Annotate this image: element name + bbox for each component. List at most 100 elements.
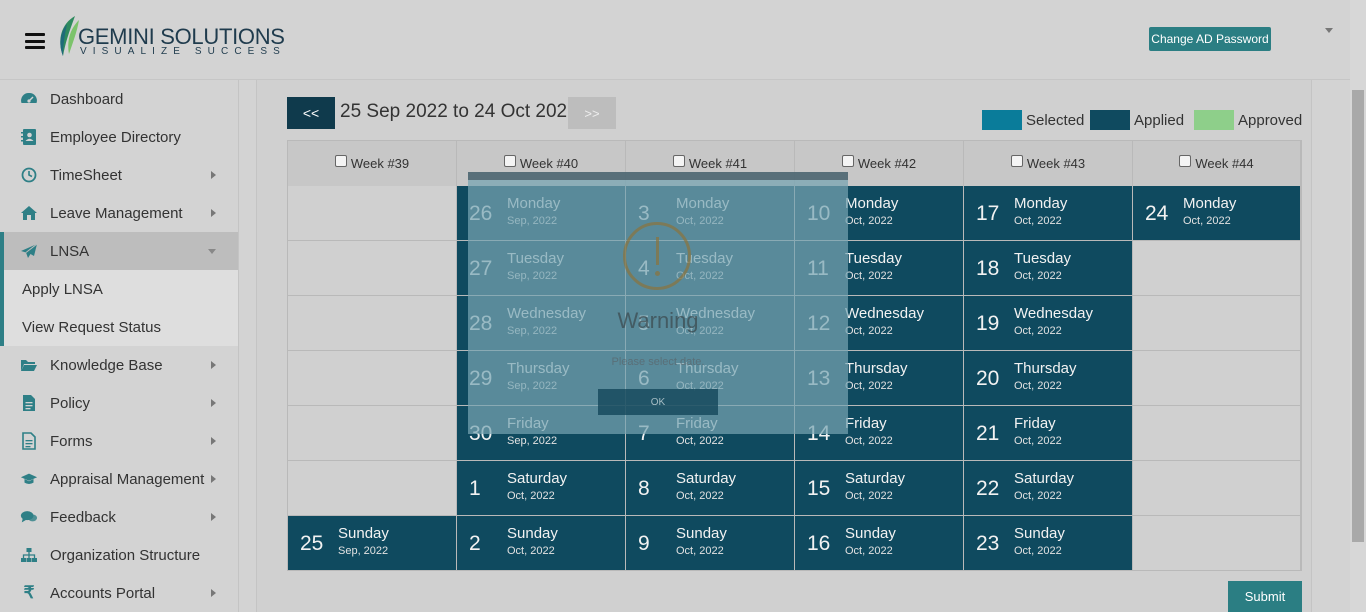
sidebar-item-appraisal-management[interactable]: Appraisal Management <box>0 460 238 498</box>
sidebar-item-leave-management[interactable]: Leave Management <box>0 194 238 232</box>
day-name: Saturday <box>1014 470 1075 487</box>
calendar-day-cell[interactable]: 18 Tuesday Oct, 2022 <box>964 241 1133 296</box>
week-checkbox[interactable] <box>672 155 685 167</box>
day-month: Oct, 2022 <box>676 435 724 447</box>
calendar-empty-cell <box>288 241 457 296</box>
day-number: 17 <box>976 202 1000 225</box>
sidebar-item-knowledge-base[interactable]: Knowledge Base <box>0 346 238 384</box>
day-month: Oct, 2022 <box>845 215 893 227</box>
calendar-empty-cell <box>288 351 457 406</box>
calendar-empty-cell <box>1133 351 1301 406</box>
calendar-day-cell[interactable]: 8 Saturday Oct, 2022 <box>626 461 795 516</box>
week-checkbox[interactable] <box>1010 155 1023 167</box>
calendar-empty-cell <box>288 406 457 461</box>
day-name: Sunday <box>1014 525 1065 542</box>
calendar-day-cell[interactable]: 15 Saturday Oct, 2022 <box>795 461 964 516</box>
expand-arrow-icon <box>211 171 216 179</box>
day-name: Wednesday <box>1014 305 1093 322</box>
calendar-day-cell[interactable]: 1 Saturday Oct, 2022 <box>457 461 626 516</box>
submit-button[interactable]: Submit <box>1228 581 1302 612</box>
calendar-day-cell[interactable]: 25 Sunday Sep, 2022 <box>288 516 457 571</box>
week-header-44: Week #44 <box>1133 141 1301 186</box>
day-month: Oct, 2022 <box>1014 490 1062 502</box>
legend-swatch <box>1090 110 1130 130</box>
hamburger-menu-icon[interactable] <box>25 33 45 49</box>
brand-tagline: VISUALIZE SUCCESS <box>80 46 286 57</box>
calendar-day-cell[interactable]: 2 Sunday Oct, 2022 <box>457 516 626 571</box>
calendar-empty-cell <box>1133 461 1301 516</box>
calendar-day-cell[interactable]: 19 Wednesday Oct, 2022 <box>964 296 1133 351</box>
day-number: 2 <box>469 532 481 555</box>
expand-arrow-icon <box>211 513 216 521</box>
calendar-day-cell[interactable]: 9 Sunday Oct, 2022 <box>626 516 795 571</box>
company-logo[interactable]: GEMINI SOLUTIONS VISUALIZE SUCCESS <box>55 14 295 60</box>
day-month: Oct, 2022 <box>507 490 555 502</box>
calendar-day-cell[interactable]: 24 Monday Oct, 2022 <box>1133 186 1301 241</box>
sidebar-item-forms[interactable]: Forms <box>0 422 238 460</box>
day-month: Oct, 2022 <box>676 490 724 502</box>
user-dropdown-caret-icon[interactable] <box>1325 28 1333 33</box>
week-checkbox[interactable] <box>841 155 854 167</box>
calendar-empty-cell <box>1133 296 1301 351</box>
folder-open-icon <box>20 356 38 374</box>
calendar-day-cell[interactable]: 16 Sunday Oct, 2022 <box>795 516 964 571</box>
calendar-day-cell[interactable]: 20 Thursday Oct, 2022 <box>964 351 1133 406</box>
collapse-arrow-icon <box>208 249 216 254</box>
day-month: Oct, 2022 <box>845 325 893 337</box>
sidebar-subitem-view-request-status[interactable]: View Request Status <box>0 308 238 346</box>
day-name: Saturday <box>845 470 906 487</box>
calendar-empty-cell <box>1133 516 1301 571</box>
scrollbar-thumb[interactable] <box>1352 90 1364 542</box>
sidebar-item-employee-directory[interactable]: Employee Directory <box>0 118 238 156</box>
day-name: Sunday <box>676 525 727 542</box>
week-header-43: Week #43 <box>964 141 1133 186</box>
sidebar-item-lnsa[interactable]: LNSA <box>0 232 238 270</box>
sidebar-subitem-apply-lnsa[interactable]: Apply LNSA <box>0 270 238 308</box>
week-header-39: Week #39 <box>288 141 457 186</box>
sidebar-item-policy[interactable]: Policy <box>0 384 238 422</box>
week-checkbox[interactable] <box>503 155 516 167</box>
calendar-day-cell[interactable]: 21 Friday Oct, 2022 <box>964 406 1133 461</box>
contacts-icon <box>20 128 38 146</box>
sidebar-item-label: Leave Management <box>50 204 183 222</box>
dialog-ok-button[interactable]: OK <box>598 389 718 415</box>
calendar-day-cell[interactable]: 22 Saturday Oct, 2022 <box>964 461 1133 516</box>
week-label: Week #41 <box>688 156 748 171</box>
calendar-day-cell[interactable]: 17 Monday Oct, 2022 <box>964 186 1133 241</box>
calendar-empty-cell <box>288 186 457 241</box>
legend-applied: Applied <box>1090 110 1184 130</box>
graduation-cap-icon <box>20 470 38 488</box>
sidebar-item-feedback[interactable]: Feedback <box>0 498 238 536</box>
day-number: 21 <box>976 422 1000 445</box>
sidebar-item-dashboard[interactable]: Dashboard <box>0 80 238 118</box>
dashboard-icon <box>20 90 38 108</box>
day-month: Oct, 2022 <box>1014 545 1062 557</box>
calendar-day-cell[interactable]: 23 Sunday Oct, 2022 <box>964 516 1133 571</box>
expand-arrow-icon <box>211 475 216 483</box>
date-range-label: 25 Sep 2022 to 24 Oct 2022 <box>340 101 578 122</box>
next-period-button[interactable]: >> <box>568 97 616 129</box>
day-month: Oct, 2022 <box>1014 215 1062 227</box>
week-checkbox[interactable] <box>334 155 347 167</box>
sidebar-item-label: Forms <box>50 432 93 450</box>
sidebar-item-organization-structure[interactable]: Organization Structure <box>0 536 238 574</box>
sidebar-item-label: Knowledge Base <box>50 356 163 374</box>
sidebar-item-label: Organization Structure <box>50 546 201 564</box>
warning-dialog: Warning Please select date. OK <box>468 172 848 434</box>
sidebar-item-timesheet[interactable]: TimeSheet <box>0 156 238 194</box>
sidebar-item-accounts-portal[interactable]: ₹ Accounts Portal <box>0 574 238 612</box>
week-label: Week #39 <box>350 156 410 171</box>
change-ad-password-button[interactable]: Change AD Password <box>1149 27 1271 51</box>
legend-approved: Approved <box>1194 110 1302 130</box>
day-number: 18 <box>976 257 1000 280</box>
sidebar-item-label: Feedback <box>50 508 116 526</box>
day-number: 24 <box>1145 202 1169 225</box>
legend-label: Approved <box>1238 111 1303 129</box>
day-month: Oct, 2022 <box>845 380 893 392</box>
previous-period-button[interactable]: << <box>287 97 335 129</box>
week-checkbox[interactable] <box>1179 155 1192 167</box>
page-scrollbar[interactable] <box>1350 0 1366 612</box>
day-number: 1 <box>469 477 481 500</box>
paper-plane-icon <box>20 242 38 260</box>
week-label: Week #40 <box>519 156 579 171</box>
